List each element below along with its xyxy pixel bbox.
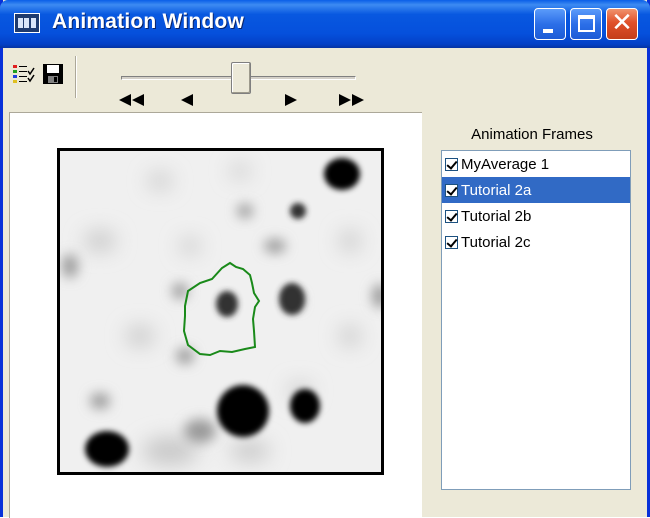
- frames-panel: Animation Frames MyAverage 1 Tutorial 2a…: [427, 110, 647, 517]
- frame-item[interactable]: MyAverage 1: [442, 151, 630, 177]
- frame-item-label: Tutorial 2a: [461, 181, 532, 199]
- frame-checkbox[interactable]: [445, 183, 458, 197]
- image-view-pane: [9, 112, 422, 518]
- next-frame-button[interactable]: [285, 94, 297, 106]
- toolbar: [3, 48, 647, 110]
- title-bar[interactable]: Animation Window ✕: [0, 0, 650, 48]
- window-title: Animation Window: [52, 10, 244, 33]
- animation-window: Animation Window ✕ Animation Frames MyAv…: [0, 0, 650, 518]
- frame-checkbox[interactable]: [445, 235, 458, 249]
- maximize-button[interactable]: [570, 8, 602, 40]
- frame-item[interactable]: Tutorial 2a: [442, 177, 630, 203]
- frame-slider-thumb[interactable]: [231, 62, 251, 94]
- toolbar-separator: [75, 56, 77, 98]
- gel-image[interactable]: [57, 148, 384, 475]
- film-strip-icon: [14, 13, 40, 33]
- maximize-icon: [578, 15, 595, 32]
- close-icon: ✕: [611, 8, 633, 38]
- previous-frame-icon: [181, 94, 193, 106]
- last-frame-icon: [339, 94, 364, 106]
- first-frame-icon: [119, 94, 144, 106]
- previous-frame-button[interactable]: [181, 94, 193, 106]
- first-frame-button[interactable]: [119, 94, 145, 106]
- frame-item[interactable]: Tutorial 2b: [442, 203, 630, 229]
- frame-list-icon: [13, 65, 35, 83]
- close-button[interactable]: ✕: [606, 8, 638, 40]
- gel-spot-image: [60, 151, 381, 472]
- next-frame-icon: [285, 94, 297, 106]
- minimize-icon: [543, 29, 553, 33]
- frame-item-label: Tutorial 2b: [461, 207, 532, 225]
- minimize-button[interactable]: [534, 8, 566, 40]
- frame-item[interactable]: Tutorial 2c: [442, 229, 630, 255]
- frames-list[interactable]: MyAverage 1 Tutorial 2a Tutorial 2b Tuto…: [441, 150, 631, 490]
- frame-item-label: MyAverage 1: [461, 155, 550, 173]
- frames-panel-label: Animation Frames: [471, 126, 593, 143]
- frame-checkbox[interactable]: [445, 157, 458, 171]
- save-disk-icon: [43, 64, 63, 84]
- frame-checkbox[interactable]: [445, 209, 458, 223]
- last-frame-button[interactable]: [339, 94, 365, 106]
- frame-item-label: Tutorial 2c: [461, 233, 531, 251]
- frame-list-button[interactable]: [11, 62, 35, 86]
- save-button[interactable]: [41, 62, 65, 86]
- content-area: Animation Frames MyAverage 1 Tutorial 2a…: [3, 110, 647, 518]
